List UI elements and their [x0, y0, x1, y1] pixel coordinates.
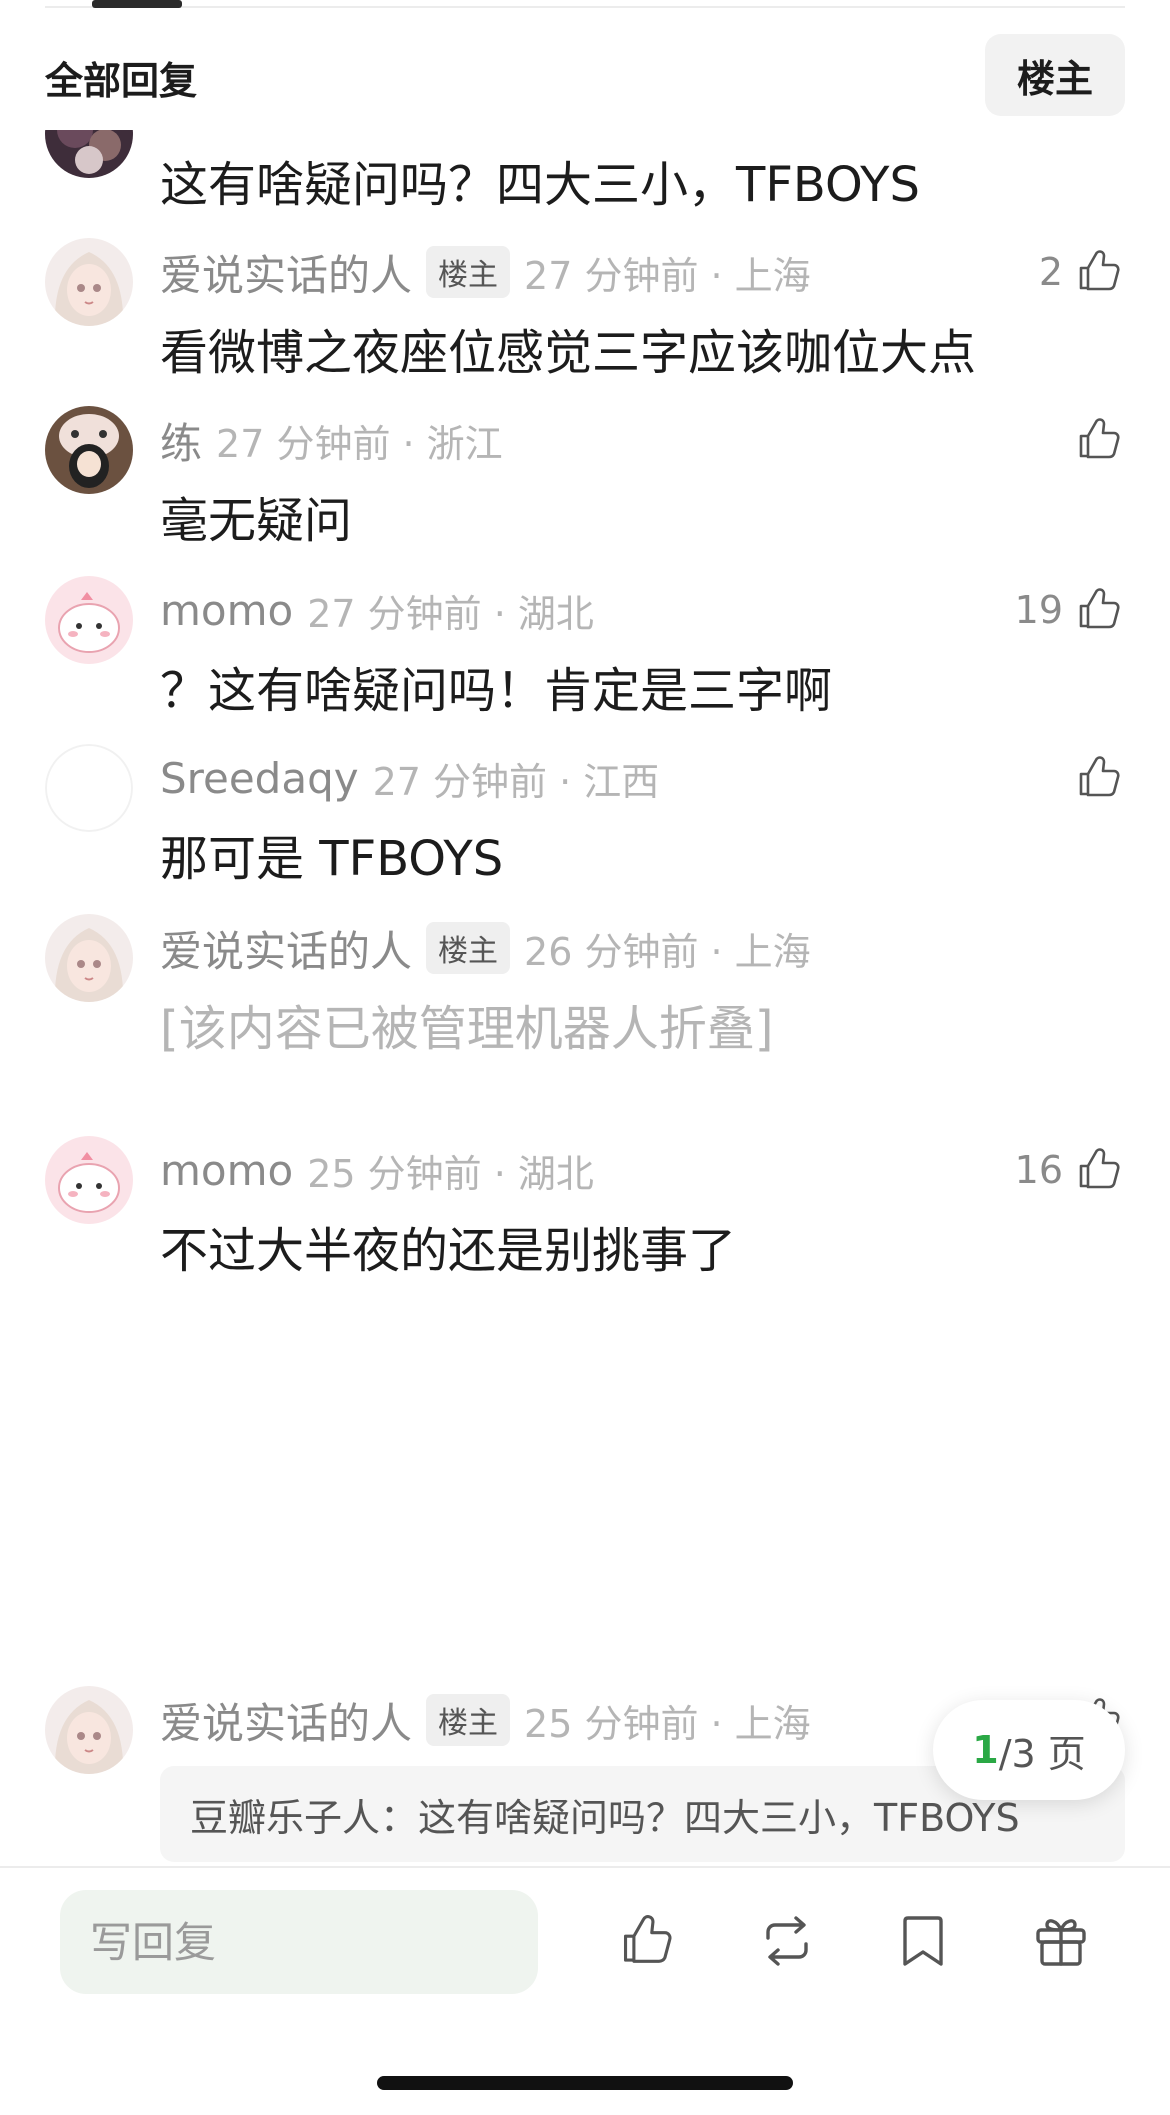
gift-button[interactable] — [1026, 1906, 1096, 1976]
pink-blob-avatar[interactable] — [45, 1136, 133, 1224]
like-post-button[interactable] — [612, 1906, 682, 1976]
author-name[interactable]: momo — [160, 586, 293, 635]
comment-text: ？这有啥疑问吗！肯定是三字啊 — [160, 663, 833, 719]
author-name[interactable]: Sreedaqy — [160, 754, 359, 803]
comment-time: 27 分钟前 · 上海 — [524, 253, 811, 298]
comment-time: 26 分钟前 · 上海 — [524, 929, 811, 974]
thumbs-up-icon — [1079, 756, 1120, 797]
comment-meta: 爱说实话的人 楼主 27 分钟前 · 上海 — [160, 244, 811, 300]
pink-blob-avatar[interactable] — [45, 576, 133, 664]
author-name[interactable]: 爱说实话的人 — [160, 1690, 412, 1751]
op-only-filter-button[interactable]: 楼主 — [985, 34, 1125, 116]
like-button[interactable]: 16 — [1015, 1142, 1125, 1198]
op-badge: 楼主 — [426, 1694, 511, 1746]
folded-comment-notice[interactable]: [该内容已被管理机器人折叠] — [160, 989, 773, 1059]
repost-icon — [766, 1916, 808, 1966]
thumbs-up-icon — [1079, 250, 1120, 291]
comment-meta: Sreedaqy 27 分钟前 · 江西 — [160, 750, 659, 806]
comment-time: 27 分钟前 · 湖北 — [307, 591, 594, 636]
tab-indicator — [92, 0, 182, 8]
op-badge: 楼主 — [426, 922, 511, 974]
like-button[interactable]: 19 — [1015, 582, 1125, 638]
dark-avatar[interactable] — [45, 130, 133, 178]
comment-meta: 爱说实话的人 楼主 25 分钟前 · 上海 — [160, 1692, 811, 1748]
comment-text: 这有啥疑问吗？四大三小，TFBOYS — [160, 157, 920, 213]
thumbs-up-icon — [1079, 418, 1120, 459]
anime-girl-avatar[interactable] — [45, 1686, 133, 1774]
like-button[interactable]: 2 — [1039, 244, 1125, 300]
comment-time: 25 分钟前 · 湖北 — [307, 1151, 594, 1196]
like-button[interactable] — [1063, 412, 1125, 468]
replies-header: 全部回复 楼主 — [0, 30, 1170, 120]
comment-list: 这有啥疑问吗？四大三小，TFBOYS 爱说实话的人 楼主 27 分钟前 · 上海… — [0, 130, 1170, 1860]
author-name[interactable]: 爱说实话的人 — [160, 918, 412, 979]
comment-time: 27 分钟前 · 江西 — [372, 759, 660, 804]
blank-avatar[interactable] — [45, 744, 133, 832]
current-page: 1 — [972, 1728, 999, 1772]
anime-girl-avatar[interactable] — [45, 914, 133, 1002]
page-title: 全部回复 — [45, 59, 198, 103]
comment-meta: momo 27 分钟前 · 湖北 — [160, 582, 594, 638]
pig-hat-avatar[interactable] — [45, 406, 133, 494]
comment-meta: 爱说实话的人 楼主 26 分钟前 · 上海 — [160, 920, 811, 976]
comment-text: 毫无疑问 — [160, 493, 353, 549]
bookmark-button[interactable] — [888, 1906, 958, 1976]
top-divider — [45, 6, 1125, 8]
gift-icon — [1036, 1919, 1086, 1966]
bottom-action-bar — [0, 1866, 1170, 2115]
reply-input[interactable] — [60, 1890, 538, 1994]
author-name[interactable]: 爱说实话的人 — [160, 242, 412, 303]
page-indicator-button[interactable]: 1 /3 页 — [933, 1700, 1125, 1800]
comment-text: 那可是 TFBOYS — [160, 831, 504, 887]
comment-meta: momo 25 分钟前 · 湖北 — [160, 1142, 594, 1198]
thumbs-up-icon — [1079, 588, 1120, 629]
bookmark-icon — [903, 1916, 943, 1966]
comment-time: 25 分钟前 · 上海 — [524, 1701, 811, 1746]
comment-meta: 练 27 分钟前 · 浙江 — [160, 412, 503, 468]
author-name[interactable]: momo — [160, 1146, 293, 1195]
comment-time: 27 分钟前 · 浙江 — [216, 421, 503, 466]
like-button[interactable] — [1063, 750, 1125, 806]
thumbs-up-icon — [623, 1915, 672, 1963]
like-count: 19 — [1014, 588, 1063, 632]
anime-girl-avatar[interactable] — [45, 238, 133, 326]
comment-text: 看微博之夜座位感觉三字应该咖位大点 — [160, 325, 977, 381]
like-count: 2 — [1038, 250, 1063, 294]
total-pages: /3 页 — [998, 1731, 1086, 1776]
repost-button[interactable] — [752, 1906, 822, 1976]
like-count: 16 — [1014, 1148, 1063, 1192]
home-indicator — [377, 2076, 793, 2090]
op-badge: 楼主 — [426, 246, 511, 298]
author-name[interactable]: 练 — [160, 410, 202, 471]
thumbs-up-icon — [1079, 1148, 1120, 1189]
comment-text: 不过大半夜的还是别挑事了 — [160, 1223, 737, 1279]
